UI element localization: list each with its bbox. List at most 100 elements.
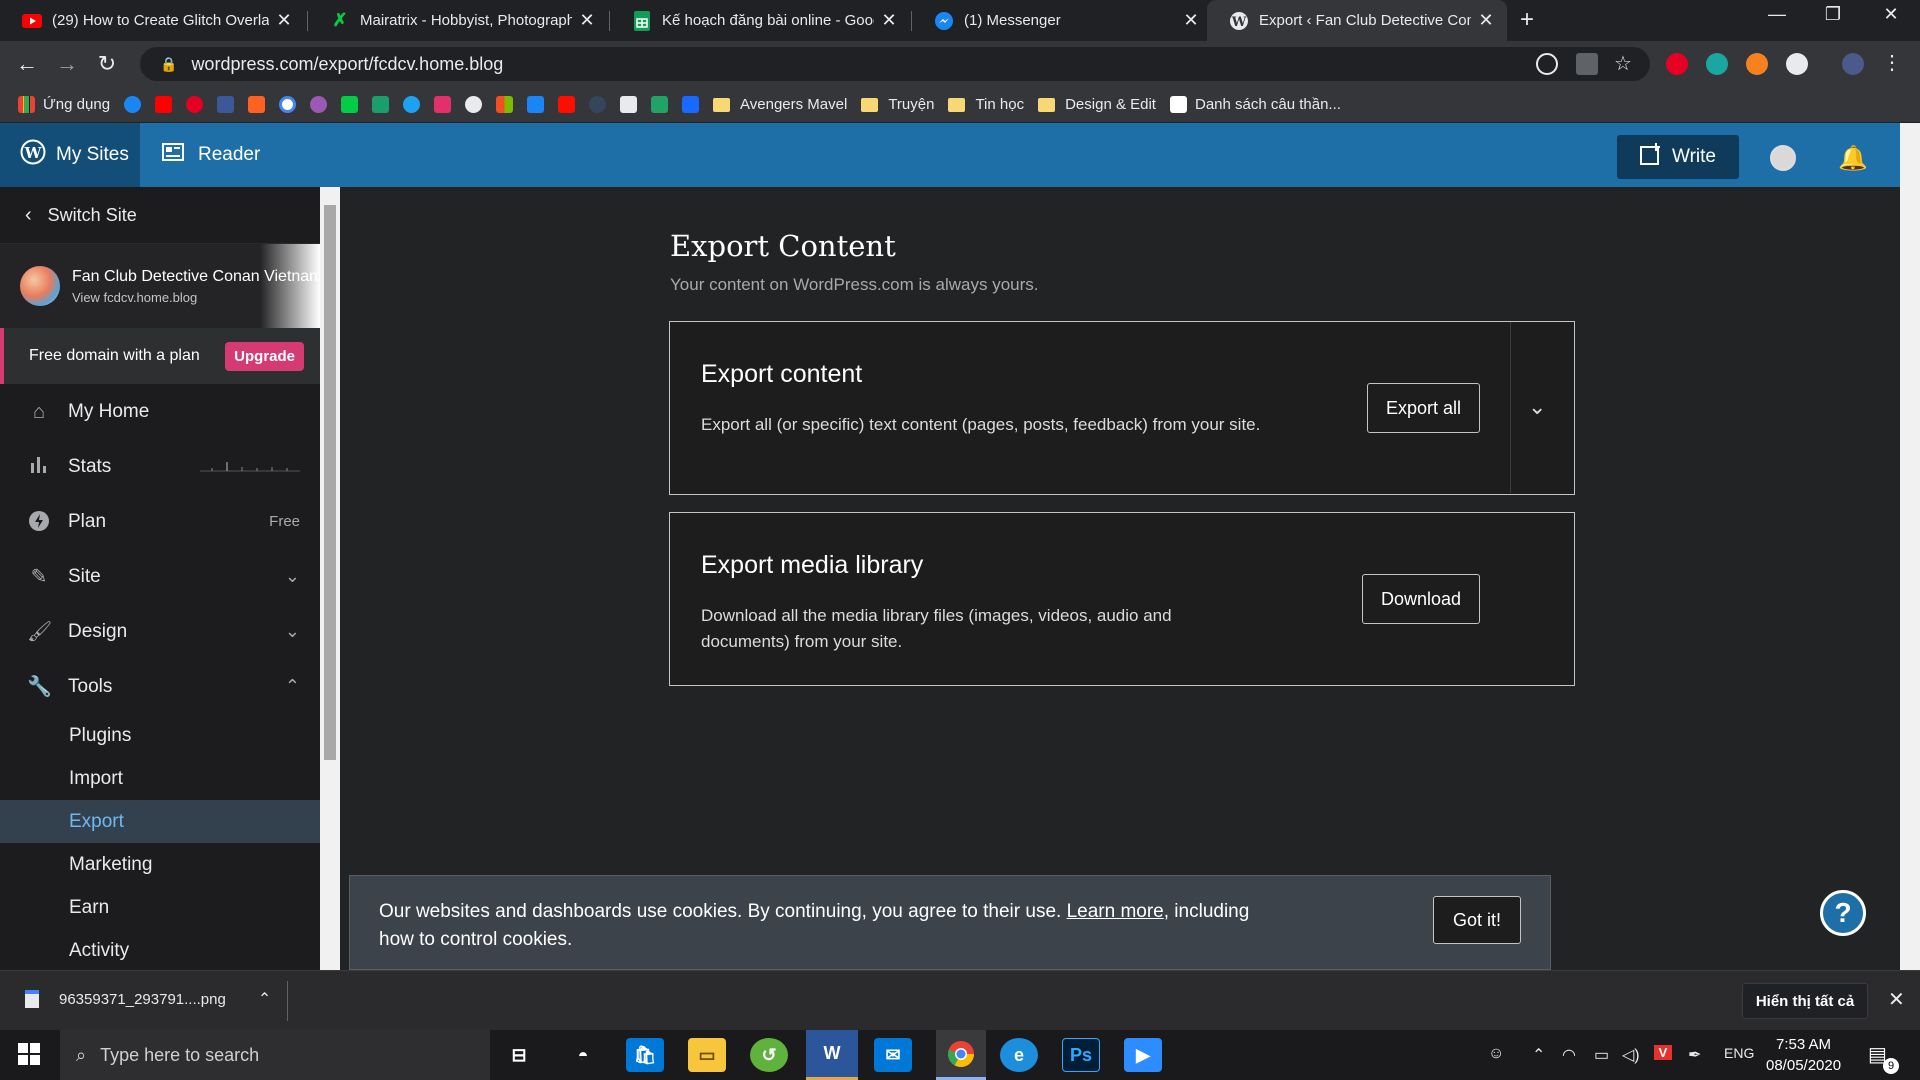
close-tab-icon[interactable]: ✕	[1477, 10, 1495, 31]
mail-icon[interactable]: ✉	[874, 1038, 912, 1072]
sidebar-scrollbar[interactable]	[320, 187, 340, 970]
learn-more-link[interactable]: Learn more	[1067, 901, 1164, 922]
upgrade-button[interactable]: Upgrade	[225, 341, 304, 371]
reload-button[interactable]: ↻	[92, 51, 122, 77]
close-tab-icon[interactable]: ✕	[275, 10, 293, 31]
bookmark-apps[interactable]: Ứng dụng	[18, 96, 110, 113]
taskbar-search[interactable]: ⌕ Type here to search	[60, 1030, 490, 1080]
bookmark-youtube[interactable]	[155, 96, 173, 113]
reader-button[interactable]: Reader	[162, 123, 260, 187]
app-icon[interactable]: ↺	[750, 1038, 788, 1072]
game-icon[interactable]: ◓	[564, 1038, 602, 1072]
translate-icon[interactable]	[1576, 53, 1598, 75]
sidebar-item-stats[interactable]: Stats	[0, 439, 320, 494]
new-tab-button[interactable]: +	[1520, 6, 1534, 34]
sidebar-subitem-earn[interactable]: Earn	[0, 886, 320, 929]
close-window-button[interactable]: ✕	[1871, 4, 1911, 25]
browser-tab-sheets[interactable]: Kế hoạch đăng bài online - Goog ✕	[610, 0, 910, 41]
site-card[interactable]: Fan Club Detective Conan Vietnam View fc…	[0, 244, 320, 328]
volume-icon[interactable]: ◁)	[1622, 1045, 1640, 1065]
restore-button[interactable]: ❐	[1813, 4, 1853, 25]
word-icon[interactable]: W	[806, 1030, 858, 1080]
extension-icon[interactable]	[1706, 53, 1728, 75]
bookmark-folder[interactable]: Design & Edit	[1038, 96, 1156, 113]
profile-avatar[interactable]	[1842, 53, 1864, 75]
edge-icon[interactable]: e	[1000, 1038, 1038, 1072]
bookmark-wordpress[interactable]	[465, 96, 483, 113]
export-all-button[interactable]: Export all	[1367, 383, 1480, 433]
bookmark-site[interactable]	[620, 96, 638, 113]
close-tab-icon[interactable]: ✕	[1182, 10, 1200, 31]
sidebar-subitem-export[interactable]: Export	[0, 800, 320, 843]
bookmark-wiki[interactable]: Danh sách câu thần...	[1169, 96, 1341, 113]
clock[interactable]: 7:53 AM 08/05/2020	[1766, 1034, 1841, 1076]
bookmark-folder[interactable]: Truyện	[861, 96, 934, 113]
address-bar[interactable]: 🔒 wordpress.com/export/fcdcv.home.blog	[140, 47, 1650, 81]
sidebar-item-my-home[interactable]: ⌂ My Home	[0, 384, 320, 439]
bookmark-tumblr[interactable]	[589, 96, 607, 113]
bookmark-microsoft[interactable]	[496, 96, 514, 113]
file-explorer-icon[interactable]: ▭	[688, 1038, 726, 1072]
browser-tab-messenger[interactable]: (1) Messenger ✕	[912, 0, 1212, 41]
browser-tab-deviantart[interactable]: ✗ Mairatrix - Hobbyist, Photograph ✕	[308, 0, 608, 41]
bookmark-wattpad[interactable]	[248, 96, 266, 113]
sidebar-subitem-import[interactable]: Import	[0, 757, 320, 800]
bookmark-site[interactable]	[310, 96, 328, 113]
sidebar-item-site[interactable]: ✎ Site ⌄	[0, 549, 320, 604]
sidebar-subitem-marketing[interactable]: Marketing	[0, 843, 320, 886]
close-downloads-icon[interactable]: ✕	[1888, 987, 1905, 1012]
menu-icon[interactable]: ⋮	[1882, 50, 1904, 74]
minimize-button[interactable]: —	[1757, 4, 1797, 25]
task-view-icon[interactable]: ⊟	[500, 1038, 538, 1072]
bookmark-facebook[interactable]	[217, 96, 235, 113]
switch-site-button[interactable]: ‹ Switch Site	[0, 187, 320, 244]
bookmark-site[interactable]	[341, 96, 359, 113]
close-tab-icon[interactable]: ✕	[578, 10, 596, 31]
chevron-up-icon[interactable]: ⌃	[1532, 1045, 1545, 1065]
user-avatar[interactable]	[1770, 145, 1796, 171]
bookmark-folder[interactable]: Avengers Mavel	[713, 96, 847, 113]
add-icon[interactable]	[1536, 53, 1558, 75]
forward-button[interactable]: →	[52, 51, 82, 77]
got-it-button[interactable]: Got it!	[1433, 896, 1521, 944]
bookmark-messenger[interactable]	[124, 96, 142, 113]
sidebar-subitem-plugins[interactable]: Plugins	[0, 714, 320, 757]
sidebar-subitem-activity[interactable]: Activity	[0, 929, 320, 970]
sidebar-scrollbar-thumb[interactable]	[324, 205, 336, 760]
notifications-bell-icon[interactable]: 🔔	[1838, 144, 1868, 173]
language-indicator[interactable]: ENG	[1724, 1045, 1754, 1061]
star-icon[interactable]: ☆	[1614, 51, 1636, 75]
sidebar-item-design[interactable]: 🖌 Design ⌄	[0, 604, 320, 659]
photoshop-icon[interactable]: Ps	[1062, 1038, 1100, 1072]
my-sites-button[interactable]: W My Sites	[0, 123, 140, 187]
bookmark-folder[interactable]: Tin học	[948, 96, 1024, 113]
bookmark-google[interactable]	[279, 96, 297, 113]
write-button[interactable]: Write	[1617, 135, 1739, 179]
browser-tab-youtube[interactable]: (29) How to Create Glitch Overlay ✕	[0, 0, 305, 41]
extension-icon[interactable]	[1746, 53, 1768, 75]
pinterest-ext-icon[interactable]	[1666, 53, 1688, 75]
expand-chevron-down-icon[interactable]: ⌄	[1528, 394, 1546, 420]
back-button[interactable]: ←	[12, 51, 42, 77]
battery-icon[interactable]: ▭	[1594, 1045, 1609, 1065]
bookmark-pinterest[interactable]	[186, 96, 204, 113]
people-icon[interactable]: ☺	[1488, 1045, 1504, 1063]
sidebar-item-tools[interactable]: 🔧 Tools ⌃	[0, 659, 320, 714]
page-scrollbar[interactable]	[1900, 123, 1920, 970]
app-tray-icon[interactable]: V	[1654, 1045, 1672, 1060]
bookmark-site[interactable]	[651, 96, 669, 113]
windows-start-icon[interactable]	[18, 1043, 40, 1071]
chrome-icon[interactable]	[936, 1030, 986, 1080]
store-icon[interactable]: 🛍	[626, 1038, 664, 1072]
bookmark-twitter[interactable]	[403, 96, 421, 113]
download-item[interactable]: 96359371_293791....png ⌃	[25, 989, 271, 1009]
bookmark-instagram[interactable]	[434, 96, 452, 113]
sidebar-item-plan[interactable]: Plan Free	[0, 494, 320, 549]
close-tab-icon[interactable]: ✕	[880, 10, 898, 31]
show-all-button[interactable]: Hiển thị tất cả	[1742, 983, 1868, 1019]
bookmark-site[interactable]	[372, 96, 390, 113]
wifi-icon[interactable]: ◠	[1562, 1045, 1576, 1065]
browser-tab-wordpress[interactable]: W Export ‹ Fan Club Detective Cona ✕	[1207, 0, 1507, 41]
bookmark-site[interactable]	[527, 96, 545, 113]
download-ext-icon[interactable]	[1786, 53, 1808, 75]
